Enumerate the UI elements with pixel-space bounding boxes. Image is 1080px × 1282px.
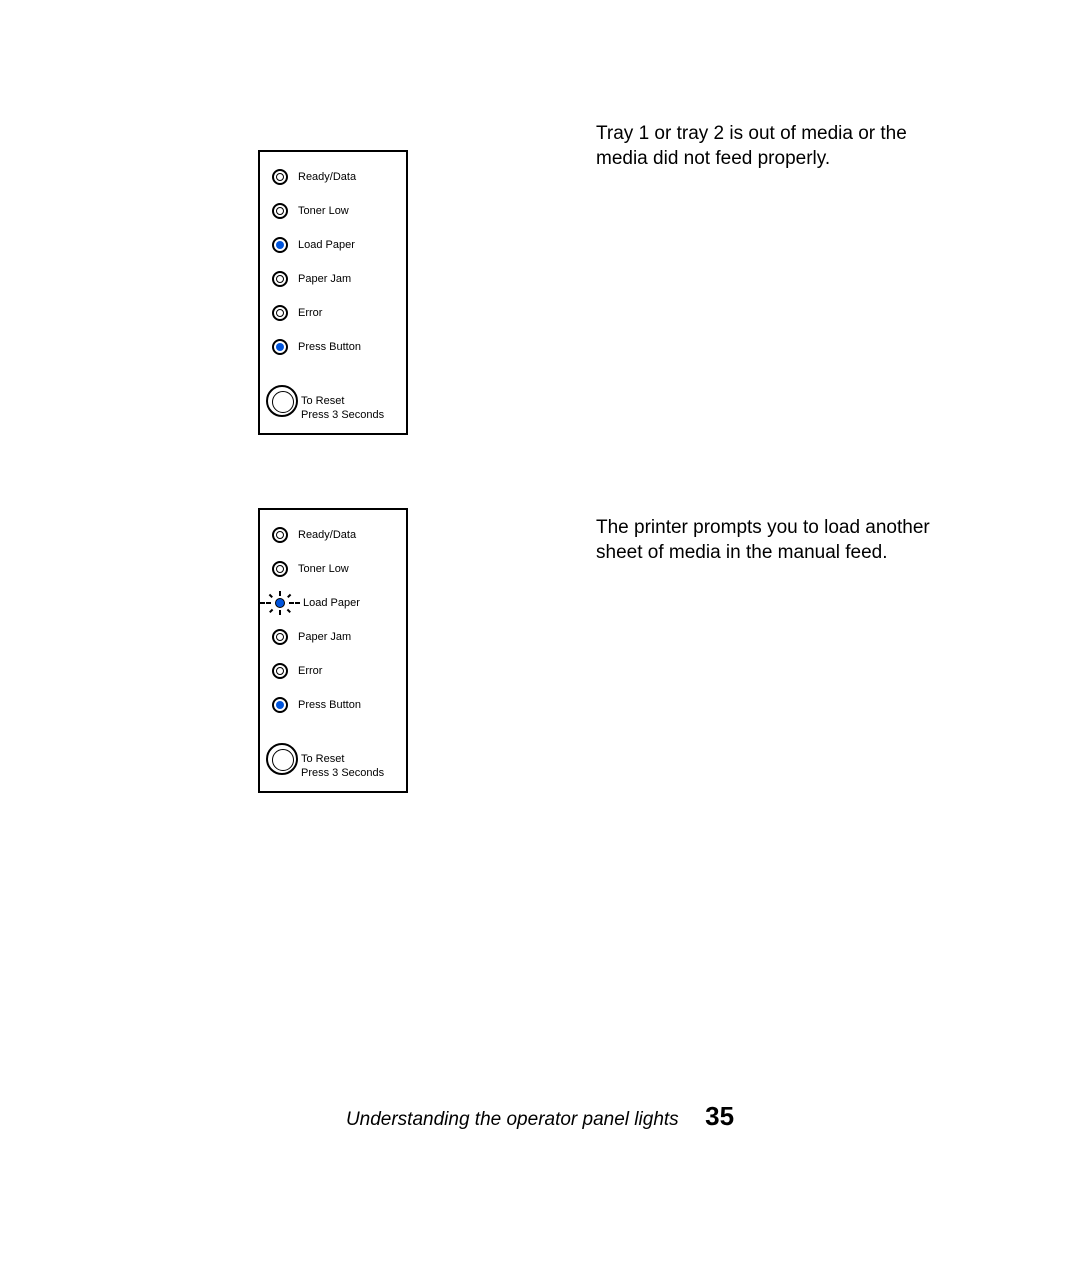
led-ready-data-icon (272, 527, 288, 543)
led-row: Error (268, 303, 398, 323)
description-2: The printer prompts you to load another … (596, 516, 936, 565)
reset-line2: Press 3 Seconds (301, 408, 384, 422)
led-row: Load Paper (268, 593, 398, 613)
led-row: Error (268, 661, 398, 681)
description-1: Tray 1 or tray 2 is out of media or the … (596, 122, 936, 171)
reset-text: To Reset Press 3 Seconds (301, 752, 384, 781)
led-label: Press Button (298, 699, 361, 711)
led-toner-low-icon (272, 561, 288, 577)
operator-panel-2: Ready/Data Toner Low Load Paper (258, 508, 408, 793)
operator-panel-1: Ready/Data Toner Low Load Paper Paper Ja… (258, 150, 408, 435)
footer-title: Understanding the operator panel lights (346, 1109, 679, 1130)
led-label: Error (298, 665, 322, 677)
led-row: Paper Jam (268, 627, 398, 647)
reset-button-icon (266, 743, 298, 775)
led-row: Press Button (268, 695, 398, 715)
led-press-button-icon (272, 697, 288, 713)
led-row: Ready/Data (268, 525, 398, 545)
led-label: Load Paper (303, 597, 360, 609)
led-row: Toner Low (268, 559, 398, 579)
led-load-paper-blink-icon (270, 593, 290, 613)
reset-button-icon (266, 385, 298, 417)
reset-line1: To Reset (301, 394, 384, 408)
led-label: Ready/Data (298, 171, 356, 183)
reset-line2: Press 3 Seconds (301, 766, 384, 780)
led-label: Paper Jam (298, 273, 351, 285)
led-label: Toner Low (298, 563, 349, 575)
led-paper-jam-icon (272, 629, 288, 645)
led-label: Ready/Data (298, 529, 356, 541)
led-row: Press Button (268, 337, 398, 357)
led-error-icon (272, 663, 288, 679)
led-row: Toner Low (268, 201, 398, 221)
led-label: Error (298, 307, 322, 319)
led-label: Paper Jam (298, 631, 351, 643)
led-row: Load Paper (268, 235, 398, 255)
led-toner-low-icon (272, 203, 288, 219)
page-number: 35 (705, 1101, 734, 1131)
led-label: Load Paper (298, 239, 355, 251)
led-error-icon (272, 305, 288, 321)
led-load-paper-icon (272, 237, 288, 253)
led-paper-jam-icon (272, 271, 288, 287)
led-row: Paper Jam (268, 269, 398, 289)
reset-text: To Reset Press 3 Seconds (301, 394, 384, 423)
page-content: Ready/Data Toner Low Load Paper Paper Ja… (0, 0, 1080, 1282)
led-press-button-icon (272, 339, 288, 355)
reset-row: To Reset Press 3 Seconds (266, 385, 398, 423)
led-label: Toner Low (298, 205, 349, 217)
led-row: Ready/Data (268, 167, 398, 187)
reset-line1: To Reset (301, 752, 384, 766)
led-label: Press Button (298, 341, 361, 353)
led-ready-data-icon (272, 169, 288, 185)
page-footer: Understanding the operator panel lights … (0, 1101, 1080, 1132)
reset-row: To Reset Press 3 Seconds (266, 743, 398, 781)
